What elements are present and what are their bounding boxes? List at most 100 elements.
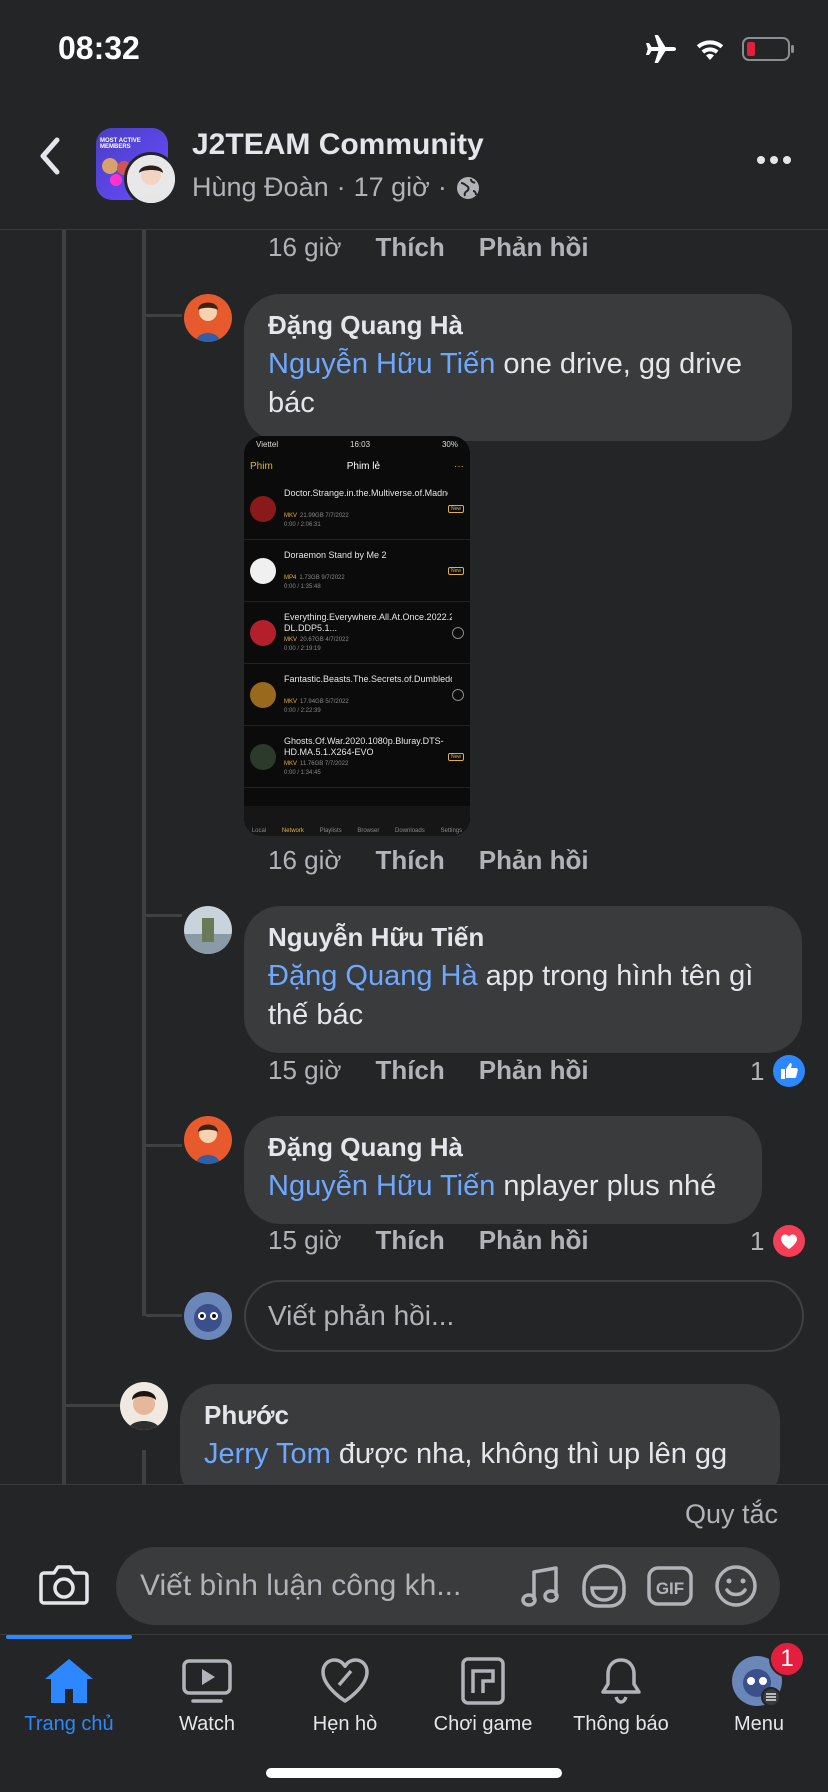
comment-mention[interactable]: Nguyễn Hữu Tiến xyxy=(268,348,495,380)
comment-input[interactable]: Viết bình luận công kh... GIF xyxy=(116,1547,780,1625)
avatar-art xyxy=(184,1292,232,1340)
tab-gaming[interactable]: Chơi game xyxy=(414,1655,552,1736)
home-indicator xyxy=(266,1768,562,1778)
post-time[interactable]: 17 giờ xyxy=(354,172,430,203)
tab-label: Watch xyxy=(179,1713,235,1735)
back-button[interactable] xyxy=(26,132,74,180)
attachment-new-badge: New xyxy=(447,752,464,761)
post-header: MOST ACTIVE MEMBERS J2TEAM Community Hùn… xyxy=(0,100,828,230)
comment-text: Đặng Quang Hà app trong hình tên gì thế … xyxy=(268,957,778,1035)
attachment-file-duration: 0:00 / 1:34:45 xyxy=(284,769,321,776)
attachment-title: Phim lẻ xyxy=(346,460,381,472)
like-button[interactable]: Thích xyxy=(375,1225,444,1256)
emoji-icon[interactable] xyxy=(712,1562,760,1610)
gif-icon[interactable]: GIF xyxy=(646,1562,694,1610)
thread-connector-1 xyxy=(146,314,182,317)
meta-separator: · xyxy=(336,172,346,202)
comment-author[interactable]: Nguyễn Hữu Tiến xyxy=(268,922,778,953)
more-options-button[interactable] xyxy=(750,140,798,180)
reply-button[interactable]: Phản hồi xyxy=(479,845,589,876)
meta-separator-2: · xyxy=(437,172,447,202)
comment-actions: 15 giờ Thích Phản hồi xyxy=(268,1225,589,1256)
comment-mention[interactable]: Nguyễn Hữu Tiến xyxy=(268,1170,495,1202)
attachment-tabbar: Local Network Playlists Browser Downloads Set… xyxy=(244,806,470,836)
reply-input[interactable]: Viết phản hồi... xyxy=(244,1280,804,1352)
attachment-file-thumb xyxy=(250,743,276,770)
attachment-back: Phim xyxy=(250,460,273,472)
attachment-battery: 30% xyxy=(441,440,458,449)
gif-icon-label: GIF xyxy=(656,1579,684,1598)
reply-button[interactable]: Phản hồi xyxy=(479,1055,589,1086)
comment-author[interactable]: Đặng Quang Hà xyxy=(268,310,768,341)
globe-icon xyxy=(456,176,479,199)
attachment-tab: Downloads xyxy=(395,828,425,834)
avatar-sticker-icon[interactable] xyxy=(580,1562,628,1610)
camera-button[interactable] xyxy=(36,1557,92,1613)
attachment-new-badge: New xyxy=(447,566,464,575)
reaction-count: 1 xyxy=(750,1225,765,1256)
comment-bubble: Đặng Quang Hà Nguyễn Hữu Tiến one drive,… xyxy=(244,294,792,441)
reaction-summary[interactable]: 1 xyxy=(750,1054,806,1088)
tab-label: Menu xyxy=(733,1713,785,1735)
reply-button[interactable]: Phản hồi xyxy=(479,1225,589,1256)
attachment-file-info: Doraemon Stand by Me 2 MP4 1.73GB 9/7/2022… xyxy=(284,550,448,592)
like-button[interactable]: Thích xyxy=(375,845,444,876)
comment-actions: 16 giờ Thích Phản hồi xyxy=(268,232,589,263)
camera-icon xyxy=(39,1565,89,1605)
tab-label: Trang chủ xyxy=(24,1713,114,1735)
home-icon xyxy=(45,1659,93,1703)
like-button[interactable]: Thích xyxy=(375,1055,444,1086)
active-tab-indicator xyxy=(6,1635,132,1639)
comment-bubble: Nguyễn Hữu Tiến Đặng Quang Hà app trong … xyxy=(244,906,802,1053)
attachment-file-size: 21.99GB 7/7/2022 xyxy=(300,512,349,519)
attachment-select-radio xyxy=(452,626,464,639)
reaction-summary[interactable]: 1 xyxy=(750,1224,806,1258)
tab-notifications[interactable]: Thông báo xyxy=(552,1655,690,1736)
attachment-file-info: Ghosts.Of.War.2020.1080p.Bluray.DTS-HD.M… xyxy=(284,736,448,778)
comment-mention[interactable]: Jerry Tom xyxy=(204,1438,331,1470)
poster-avatar[interactable] xyxy=(124,152,178,206)
attachment-status-bar: Viettel 16:03 30% xyxy=(244,436,470,454)
comment-mention[interactable]: Đặng Quang Hà xyxy=(268,960,478,992)
rules-link[interactable]: Quy tắc xyxy=(685,1499,778,1530)
tab-label: Hẹn hò xyxy=(312,1713,378,1735)
music-note-icon[interactable] xyxy=(518,1562,562,1610)
attachment-file-format: MKV xyxy=(284,512,298,519)
tab-watch[interactable]: Watch xyxy=(138,1655,276,1736)
attachment-file-format: MKV xyxy=(284,636,298,643)
comment-time: 15 giờ xyxy=(268,1055,342,1085)
attachment-file-info: Fantastic.Beasts.The.Secrets.of.Dumbledo… xyxy=(284,674,452,716)
group-name[interactable]: J2TEAM Community xyxy=(192,128,484,162)
reply-button[interactable]: Phản hồi xyxy=(479,232,589,263)
avatar[interactable] xyxy=(184,294,232,342)
comment-author[interactable]: Đặng Quang Hà xyxy=(268,1132,738,1163)
tab-menu[interactable]: 1 Menu xyxy=(690,1641,828,1736)
comment-body: được nha, không thì up lên gg xyxy=(330,1438,728,1470)
like-button[interactable]: Thích xyxy=(375,232,444,263)
tab-dating[interactable]: Hẹn hò xyxy=(276,1655,414,1736)
attachment-file-size: 17.94GB 5/7/2022 xyxy=(300,698,349,705)
gaming-icon xyxy=(461,1657,505,1705)
attachment-file-format: MP4 xyxy=(284,574,297,581)
comment-text: Nguyễn Hữu Tiến nplayer plus nhé xyxy=(268,1167,738,1206)
attachment-tab: Network xyxy=(281,828,304,834)
attachment-file-title: Doctor.Strange.in.the.Multiverse.of.Madn… xyxy=(284,487,448,498)
attachment-file-duration: 0:00 / 2:19:19 xyxy=(284,645,321,652)
attachment-file-title: Doraemon Stand by Me 2 xyxy=(284,549,387,560)
comment-composer: Quy tắc Viết bình luận công kh... GIF xyxy=(0,1484,828,1634)
comment-attachment-image[interactable]: Viettel 16:03 30% Phim Phim lẻ ··· Docto… xyxy=(244,436,470,836)
menu-avatar-wrap: 1 xyxy=(731,1641,805,1707)
attachment-file-meta: MKV 17.94GB 5/7/2022 0:00 / 2:22:39 xyxy=(284,698,452,716)
attachment-file-row: Doctor.Strange.in.the.Multiverse.of.Madn… xyxy=(244,478,470,540)
avatar-art xyxy=(184,906,232,954)
avatar[interactable] xyxy=(184,906,232,954)
tab-home[interactable]: Trang chủ xyxy=(0,1655,138,1736)
avatar[interactable] xyxy=(120,1382,168,1430)
poster-name[interactable]: Hùng Đoàn xyxy=(192,172,329,203)
heart-icon xyxy=(321,1658,369,1703)
attachment-file-meta: MKV 20.67GB 4/7/2022 0:00 / 2:19:19 xyxy=(284,636,452,654)
avatar[interactable] xyxy=(184,1116,232,1164)
comment-author[interactable]: Phước xyxy=(204,1400,756,1431)
attachment-nav: Phim Phim lẻ ··· xyxy=(244,454,470,478)
attachment-file-meta: MKV 21.99GB 7/7/2022 0:00 / 2:06:31 xyxy=(284,512,448,530)
